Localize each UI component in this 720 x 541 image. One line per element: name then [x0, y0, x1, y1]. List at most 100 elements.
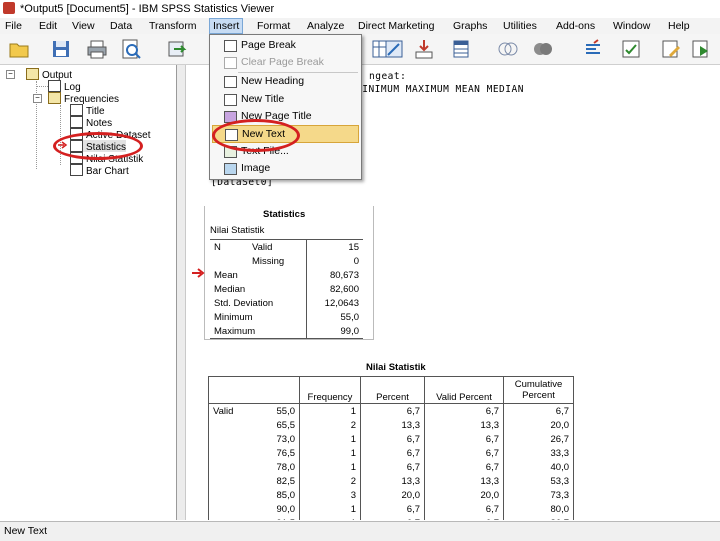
table-cell: [209, 432, 252, 446]
menu-edit[interactable]: Edit: [36, 19, 60, 33]
export-icon[interactable]: [166, 38, 188, 60]
table-cell: 20,0: [424, 488, 504, 502]
frequency-table[interactable]: Frequency Percent Valid Percent Cumulati…: [208, 376, 574, 520]
table-cell: 6,7: [424, 516, 504, 520]
annotation-circle: [212, 119, 300, 152]
show-all-variables-icon[interactable]: [532, 38, 554, 60]
table-row: Valid 55,0 1 6,7 6,7 6,7: [209, 403, 574, 418]
title-icon: [70, 104, 83, 116]
save-icon[interactable]: [50, 38, 72, 60]
use-sets-icon[interactable]: [497, 38, 519, 60]
open-folder-icon[interactable]: [8, 38, 30, 60]
table-row: 78,0 1 6,7 6,7 40,0: [209, 460, 574, 474]
tree-node-frequencies[interactable]: Frequencies: [48, 92, 119, 105]
table-cell: 1: [299, 460, 361, 474]
table-cell: Valid: [213, 405, 234, 417]
statistics-variable-label: Nilai Statistik: [210, 225, 265, 236]
insert-menu-dropdown: Page Break Clear Page Break New Heading …: [209, 34, 362, 180]
menu-file[interactable]: File: [2, 19, 25, 33]
table-cell: 6,7: [424, 432, 504, 446]
table-cell: 1: [299, 502, 361, 516]
table-cell: 13,3: [424, 418, 504, 432]
menu-analyze[interactable]: Analyze: [304, 19, 347, 33]
table-cell: 6,7: [424, 502, 504, 516]
table-cell: 82,5: [251, 474, 300, 488]
status-text: New Text: [4, 525, 47, 537]
table-row: 82,5 2 13,3 13,3 53,3: [209, 474, 574, 488]
table-header-row: Frequency Percent Valid Percent Cumulati…: [208, 376, 574, 404]
menu-item-new-heading[interactable]: New Heading: [212, 73, 357, 89]
menu-addons[interactable]: Add-ons: [553, 19, 598, 33]
menu-insert[interactable]: Insert: [209, 18, 244, 34]
edit-script-icon[interactable]: [660, 38, 682, 60]
statistics-table-title[interactable]: Statistics: [263, 209, 305, 220]
spell-check-icon[interactable]: [582, 38, 604, 60]
tree-node-notes[interactable]: Notes: [70, 116, 112, 129]
table-row: 85,0 3 20,0 20,0 73,3: [209, 488, 574, 502]
table-cell: 13,3: [424, 474, 504, 488]
table-cell: 6,7: [555, 405, 569, 417]
menu-data[interactable]: Data: [107, 19, 135, 33]
chart-icon: [70, 164, 83, 176]
table-cell: 6,7: [360, 502, 425, 516]
notes-icon: [70, 116, 83, 128]
run-icon[interactable]: [690, 38, 712, 60]
table-cell: 3: [299, 488, 361, 502]
menu-transform[interactable]: Transform: [146, 19, 199, 33]
table-cell: 6,7: [424, 446, 504, 460]
statistics-table[interactable]: N Valid 15 Missing 0 Mean 80,673 Median 82,60…: [210, 239, 363, 339]
menu-item-image[interactable]: Image: [212, 160, 357, 176]
table-row: Mean 80,673: [210, 268, 363, 282]
pane-splitter[interactable]: [177, 65, 186, 520]
menu-item-page-break[interactable]: Page Break: [212, 37, 357, 53]
table-cell: 85,0: [251, 488, 300, 502]
designate-window-icon[interactable]: [620, 38, 642, 60]
table-row: 65,5 2 13,3 13,3 20,0: [209, 418, 574, 432]
table-row: Minimum 55,0: [210, 310, 363, 324]
tree-line: [36, 86, 48, 87]
menu-direct-marketing[interactable]: Direct Marketing: [355, 19, 437, 33]
table-cell: 40,0: [550, 461, 570, 473]
menu-format[interactable]: Format: [254, 19, 293, 33]
window-title: *Output5 [Document5] - IBM SPSS Statisti…: [20, 3, 275, 15]
menu-item-clear-page-break[interactable]: Clear Page Break: [212, 54, 357, 70]
goto-data-icon[interactable]: [383, 38, 405, 60]
table-cell: 53,3: [550, 475, 570, 487]
menu-help[interactable]: Help: [665, 19, 693, 33]
frequency-table-title[interactable]: Nilai Statistik: [366, 362, 426, 373]
table-cell: 76,5: [251, 446, 300, 460]
syntax-line-2: MINIMUM MAXIMUM MEAN MEDIAN: [356, 84, 524, 95]
table-cell: 91,5: [251, 516, 300, 520]
table-row: 76,5 1 6,7 6,7 33,3: [209, 446, 574, 460]
print-preview-icon[interactable]: [120, 38, 142, 60]
tree-node-title[interactable]: Title: [70, 104, 105, 117]
tree-node-bar-chart[interactable]: Bar Chart: [70, 164, 129, 177]
table-cell: 65,5: [251, 418, 300, 432]
menu-graphs[interactable]: Graphs: [450, 19, 490, 33]
menu-utilities[interactable]: Utilities: [500, 19, 540, 33]
clear-page-break-icon: [224, 57, 237, 69]
table-cell: 2: [299, 418, 361, 432]
menu-item-new-title[interactable]: New Title: [212, 91, 357, 107]
collapse-frequencies-toggle[interactable]: −: [33, 94, 42, 103]
menu-view[interactable]: View: [69, 19, 98, 33]
table-cell: 78,0: [251, 460, 300, 474]
collapse-output-toggle[interactable]: −: [6, 70, 15, 79]
tree-node-log[interactable]: Log: [48, 80, 81, 93]
table-row: Missing 0: [210, 254, 363, 268]
table-cell: [209, 460, 252, 474]
spss-app-icon: [3, 2, 15, 14]
table-cell: 90,0: [251, 502, 300, 516]
goto-case-icon[interactable]: [413, 38, 435, 60]
annotation-circle: [53, 132, 143, 160]
variables-icon[interactable]: [450, 38, 472, 60]
tree-node-output[interactable]: Output: [26, 68, 72, 81]
table-cell: 86,7: [504, 516, 574, 521]
table-cell: [209, 474, 252, 488]
table-cell: 1: [299, 516, 361, 520]
print-icon[interactable]: [86, 38, 108, 60]
table-cell: 55,0: [251, 403, 300, 418]
menu-window[interactable]: Window: [610, 19, 653, 33]
table-cell: 1: [299, 446, 361, 460]
table-cell: [209, 446, 252, 460]
